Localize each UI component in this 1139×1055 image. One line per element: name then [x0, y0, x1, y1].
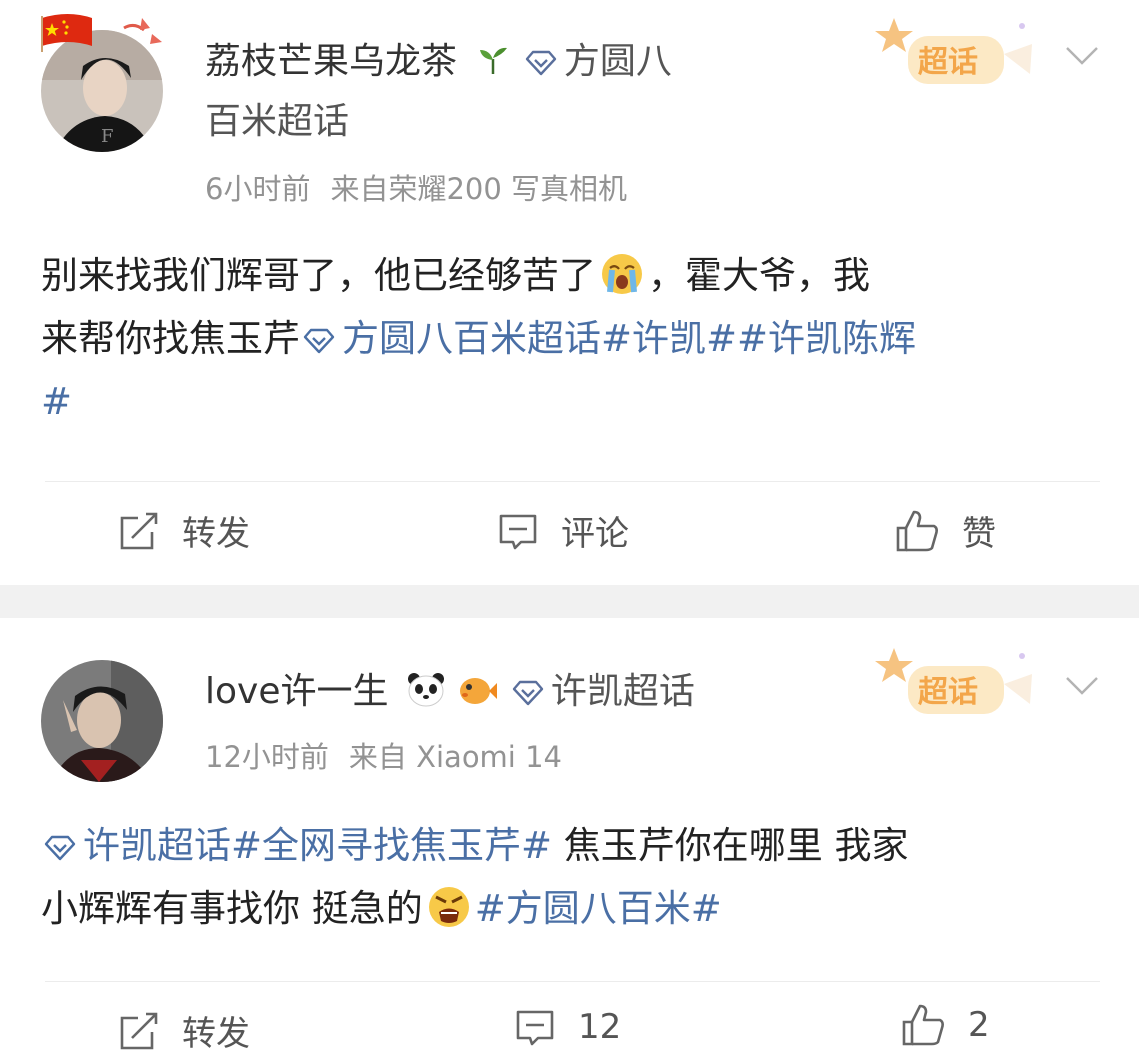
divider — [45, 481, 1100, 482]
content-text: 焦玉芹你在哪里 我家 — [552, 824, 909, 867]
post-card: F 荔枝芒果乌龙茶 方圆八 百米超话 6小时前 来自荣耀200 写真相机 超话 … — [0, 0, 1139, 585]
comment-label: 评论 — [561, 514, 629, 554]
repost-label: 转发 — [182, 1014, 250, 1054]
pufferfish-emoji — [460, 678, 498, 704]
chevron-down-icon[interactable] — [1064, 44, 1100, 68]
comment-button[interactable]: 评论 — [497, 506, 629, 555]
post-meta: 12小时前 来自 Xiaomi 14 — [205, 734, 582, 776]
post-source: 来自荣耀200 写真相机 — [330, 172, 628, 206]
comment-count: 12 — [578, 1007, 622, 1047]
post-content: 许凯超话#全网寻找焦玉芹# 焦玉芹你在哪里 我家 小辉辉有事找你 挺急的 #方圆… — [41, 814, 1101, 940]
diamond-icon — [44, 835, 76, 861]
supertopic-badge-label[interactable]: 方圆八 — [564, 41, 672, 82]
topic-link[interactable]: # — [41, 370, 1101, 433]
sprout-icon — [480, 47, 508, 74]
post-content: 别来找我们辉哥了，他已经够苦了 ，霍大爷，我 来帮你找焦玉芹 方圆八百米超话#许… — [41, 244, 1101, 433]
diamond-icon — [512, 680, 544, 706]
like-icon — [896, 510, 938, 551]
like-button[interactable]: 2 — [900, 1002, 990, 1048]
post-time: 12小时前 — [205, 740, 329, 774]
svg-text:超话: 超话 — [918, 45, 978, 80]
comment-button[interactable]: 12 — [514, 1006, 621, 1048]
username[interactable]: 荔枝芒果乌龙茶 — [205, 41, 457, 82]
stamp-chaohua-icon: 超话 — [872, 14, 1042, 98]
stamp-chaohua-icon: 超话 — [872, 644, 1042, 728]
post-time: 6小时前 — [205, 172, 311, 206]
content-text: ，霍大爷，我 — [648, 254, 870, 297]
like-button[interactable]: 赞 — [894, 506, 996, 555]
divider — [45, 981, 1100, 982]
repost-icon — [120, 1012, 158, 1049]
repost-icon — [120, 512, 158, 549]
post-separator — [0, 585, 1139, 618]
panda-emoji — [407, 673, 444, 707]
angry-emoji — [428, 887, 469, 927]
flag-ribbon-decoration — [123, 18, 162, 44]
comment-icon — [516, 1010, 554, 1046]
topic-link[interactable]: 方圆八百米超话#许凯##许凯陈辉 — [342, 317, 916, 360]
repost-button[interactable]: 转发 — [118, 506, 250, 555]
username[interactable]: love许一生 — [205, 671, 388, 712]
comment-icon — [499, 514, 537, 549]
user-header: love许一生 许凯超话 — [205, 662, 805, 722]
diamond-icon — [525, 50, 557, 76]
china-flag-icon — [41, 14, 92, 52]
diamond-icon — [303, 328, 335, 354]
svg-text:F: F — [101, 126, 114, 147]
like-count: 2 — [968, 1005, 990, 1045]
user-header: 荔枝芒果乌龙茶 方圆八 百米超话 — [205, 32, 765, 152]
chevron-down-icon[interactable] — [1064, 674, 1100, 698]
content-text: 来帮你找焦玉芹 — [41, 317, 300, 360]
post-card: love许一生 许凯超话 12小时前 来自 Xiaomi 14 超话 许凯超话#… — [0, 618, 1139, 1054]
like-label: 赞 — [962, 514, 996, 554]
crying-emoji — [602, 254, 642, 294]
post-meta: 6小时前 来自荣耀200 写真相机 — [205, 166, 647, 208]
supertopic-badge-label-cont[interactable]: 百米超话 — [205, 101, 349, 142]
topic-link[interactable]: 许凯超话#全网寻找焦玉芹# — [83, 824, 552, 867]
user-avatar[interactable] — [41, 660, 163, 782]
post-source: 来自 Xiaomi 14 — [348, 740, 562, 774]
repost-label: 转发 — [182, 514, 250, 554]
supertopic-badge-label[interactable]: 许凯超话 — [551, 671, 695, 712]
repost-button[interactable]: 转发 — [118, 1006, 250, 1055]
like-icon — [902, 1004, 944, 1046]
topic-link[interactable]: #方圆八百米# — [475, 887, 722, 930]
svg-text:超话: 超话 — [918, 675, 978, 710]
content-text: 别来找我们辉哥了，他已经够苦了 — [41, 254, 596, 297]
content-text: 小辉辉有事找你 挺急的 — [41, 887, 423, 930]
